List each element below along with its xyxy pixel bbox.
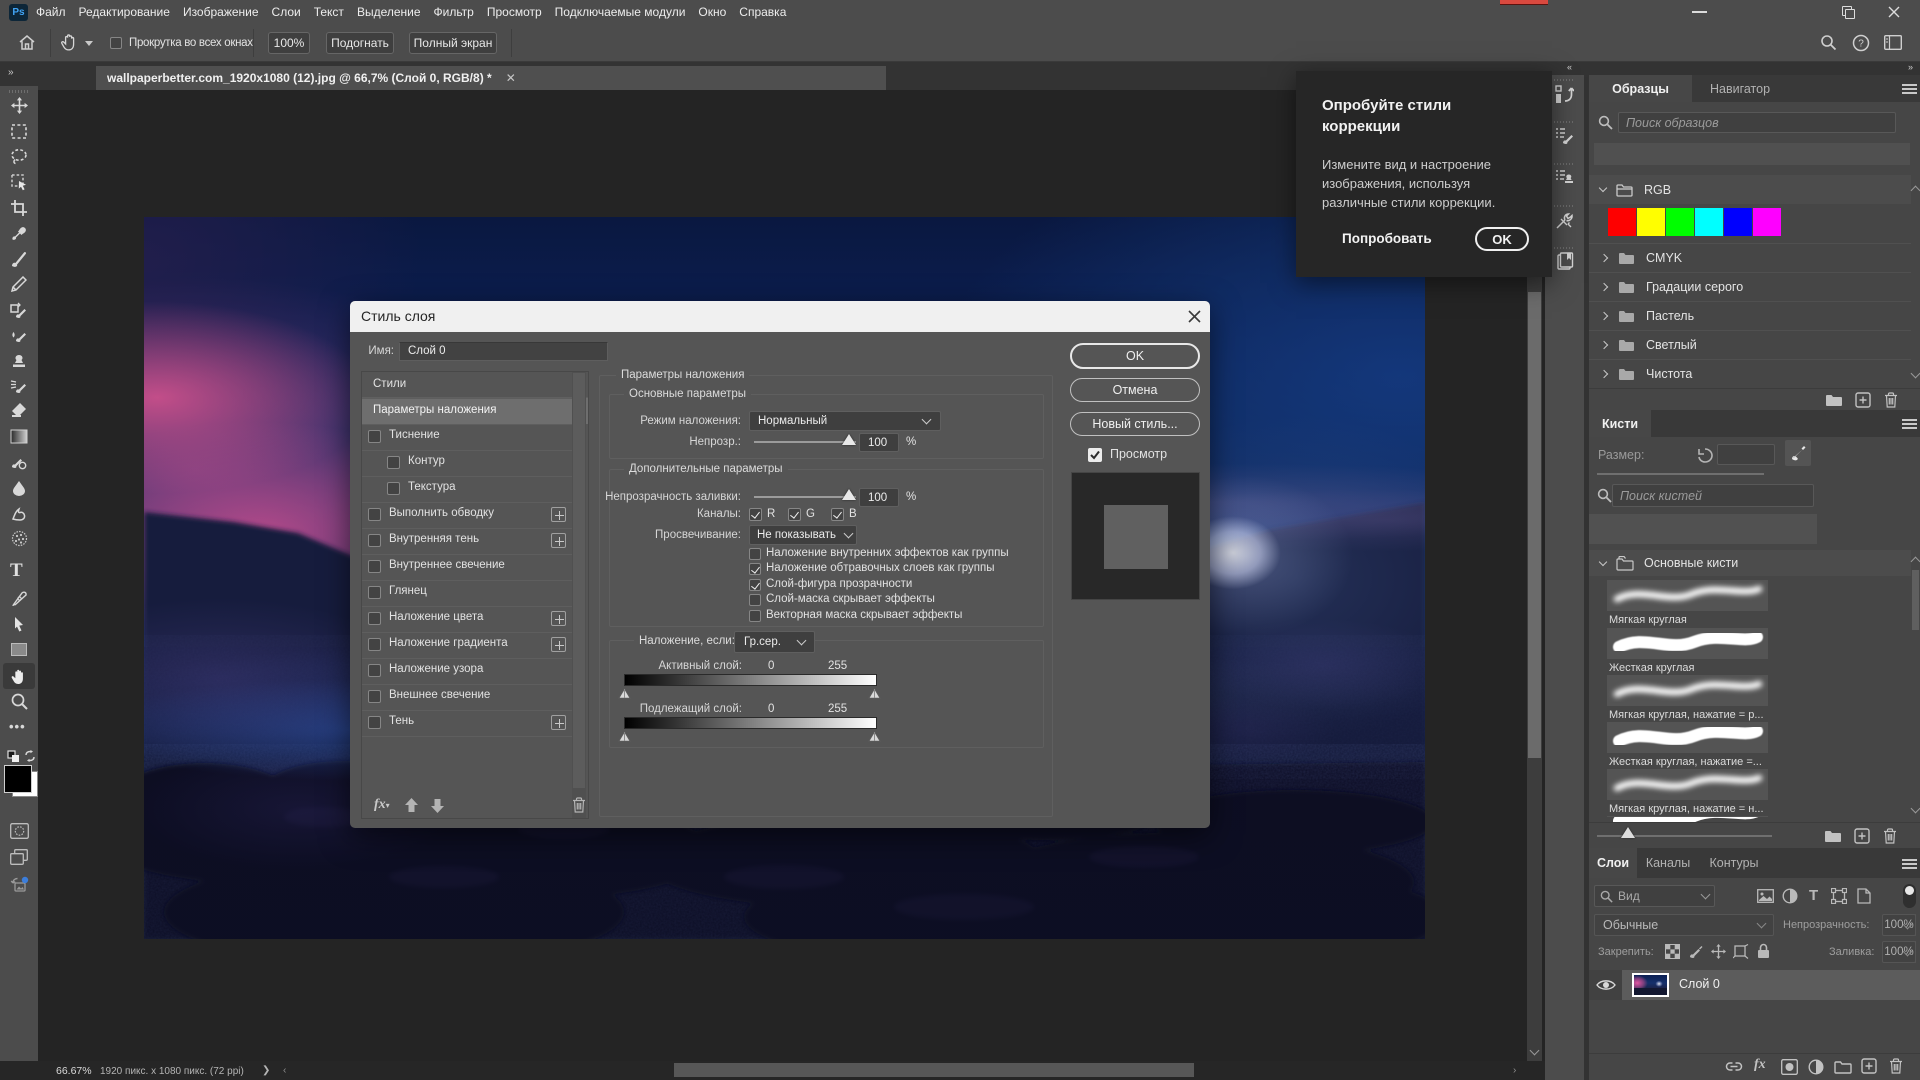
svg-text:?: ? [1858, 39, 1864, 50]
